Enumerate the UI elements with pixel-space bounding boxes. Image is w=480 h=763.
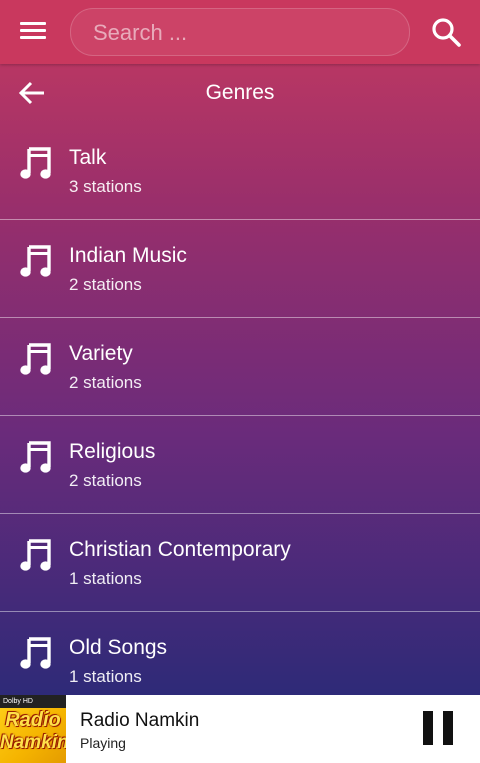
list-item[interactable]: Religious 2 stations	[0, 416, 480, 514]
genre-station-count: 1 stations	[69, 667, 142, 686]
music-note-icon	[20, 539, 51, 571]
list-item[interactable]: Indian Music 2 stations	[0, 220, 480, 318]
search-icon[interactable]	[430, 16, 462, 48]
list-item[interactable]: Variety 2 stations	[0, 318, 480, 416]
genre-list: Talk 3 stations Indian Music 2 stations	[0, 122, 480, 695]
genre-name: Religious	[69, 440, 156, 463]
list-item[interactable]: Talk 3 stations	[0, 122, 480, 220]
genre-station-count: 2 stations	[69, 471, 142, 490]
genre-name: Talk	[69, 146, 107, 169]
now-playing-bar[interactable]: Dolby HD Radio Namkin Radio Namkin Playi…	[0, 695, 480, 763]
genre-name: Old Songs	[69, 636, 168, 659]
page-header: Genres	[0, 64, 480, 122]
station-logo: Dolby HD Radio Namkin	[0, 695, 66, 763]
search-box[interactable]	[70, 8, 410, 57]
music-note-icon	[20, 637, 51, 669]
logo-badge: Dolby HD	[0, 695, 66, 708]
page-title: Genres	[205, 81, 275, 104]
now-playing-title: Radio Namkin	[80, 710, 200, 731]
logo-text-line1: Radio	[5, 709, 61, 731]
music-note-icon	[20, 147, 51, 179]
genre-station-count: 2 stations	[69, 373, 142, 392]
genre-name: Indian Music	[69, 244, 187, 267]
pause-icon[interactable]	[423, 711, 455, 745]
genre-station-count: 1 stations	[69, 569, 142, 588]
genre-station-count: 2 stations	[69, 275, 142, 294]
logo-text-line2: Namkin	[0, 732, 66, 753]
list-item[interactable]: Christian Contemporary 1 stations	[0, 514, 480, 612]
music-note-icon	[20, 441, 51, 473]
arrow-left-icon[interactable]	[18, 80, 46, 106]
music-note-icon	[20, 343, 51, 375]
list-item[interactable]: Old Songs 1 stations	[0, 612, 480, 695]
now-playing-status: Playing	[80, 735, 126, 751]
music-note-icon	[20, 245, 51, 277]
genre-station-count: 3 stations	[69, 177, 142, 196]
genre-name: Christian Contemporary	[69, 538, 291, 561]
search-input[interactable]	[91, 9, 395, 57]
genre-name: Variety	[69, 342, 133, 365]
top-app-bar	[0, 0, 480, 64]
app-screen: Genres Talk 3 stations	[0, 0, 480, 695]
hamburger-menu-icon[interactable]	[20, 21, 46, 41]
